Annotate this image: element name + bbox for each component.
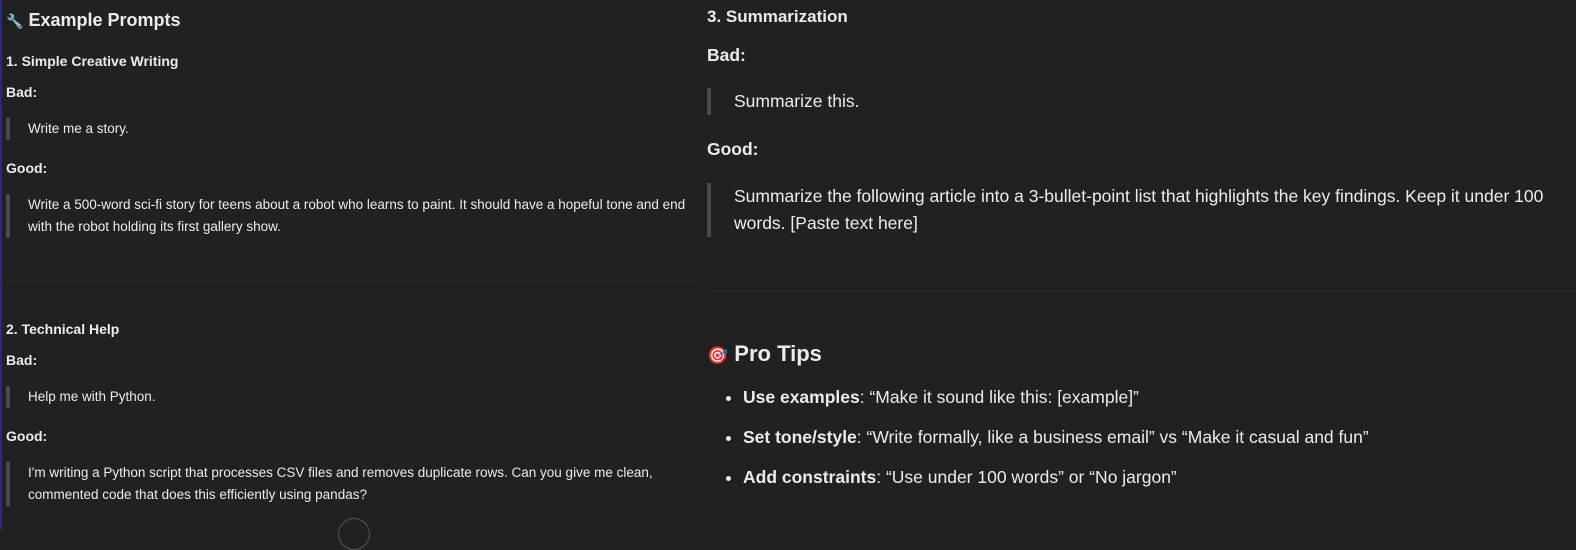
bad-prompt-quote: Write me a story. bbox=[6, 118, 698, 140]
bad-label: Bad: bbox=[6, 84, 38, 100]
bad-label: Bad: bbox=[6, 352, 38, 368]
scroll-down-button[interactable] bbox=[338, 518, 370, 550]
tip-text: : “Write formally, like a business email… bbox=[856, 427, 1369, 447]
good-prompt-quote: Summarize the following article into a 3… bbox=[707, 183, 1574, 237]
bad-prompt-quote: Summarize this. bbox=[707, 88, 1574, 115]
good-prompt-quote: Write a 500-word sci-fi story for teens … bbox=[6, 194, 698, 238]
section-heading: 2. Technical Help bbox=[6, 321, 120, 337]
heading-text: Example Prompts bbox=[28, 10, 181, 30]
good-label: Good: bbox=[6, 160, 48, 176]
list-item: Use examples: “Make it sound like this: … bbox=[743, 383, 1369, 423]
tip-text: : “Make it sound like this: [example]” bbox=[859, 387, 1139, 407]
section-heading: 1. Simple Creative Writing bbox=[6, 53, 179, 69]
tip-title: Add constraints bbox=[743, 467, 877, 487]
wrench-icon: 🔧 bbox=[6, 13, 24, 29]
example-prompts-heading: 🔧 Example Prompts bbox=[6, 10, 181, 31]
bad-label: Bad: bbox=[707, 45, 746, 65]
divider bbox=[0, 281, 700, 282]
tip-title: Use examples bbox=[743, 387, 860, 407]
list-item: Set tone/style: “Write formally, like a … bbox=[743, 423, 1369, 463]
target-icon: 🎯 bbox=[707, 346, 729, 365]
tip-text: : “Use under 100 words” or “No jargon” bbox=[876, 467, 1177, 487]
bad-prompt-quote: Help me with Python. bbox=[6, 386, 698, 408]
good-label: Good: bbox=[707, 139, 759, 159]
good-label: Good: bbox=[6, 428, 48, 444]
section-heading: 3. Summarization bbox=[707, 7, 848, 26]
good-prompt-quote: I'm writing a Python script that process… bbox=[6, 462, 698, 506]
window-edge bbox=[0, 0, 2, 530]
divider bbox=[707, 290, 1576, 291]
pro-tips-heading: 🎯 Pro Tips bbox=[707, 341, 822, 367]
tip-title: Set tone/style bbox=[743, 427, 857, 447]
list-item: Add constraints: “Use under 100 words” o… bbox=[743, 463, 1369, 503]
heading-text: Pro Tips bbox=[734, 341, 822, 366]
pro-tips-list: Use examples: “Make it sound like this: … bbox=[707, 383, 1369, 503]
